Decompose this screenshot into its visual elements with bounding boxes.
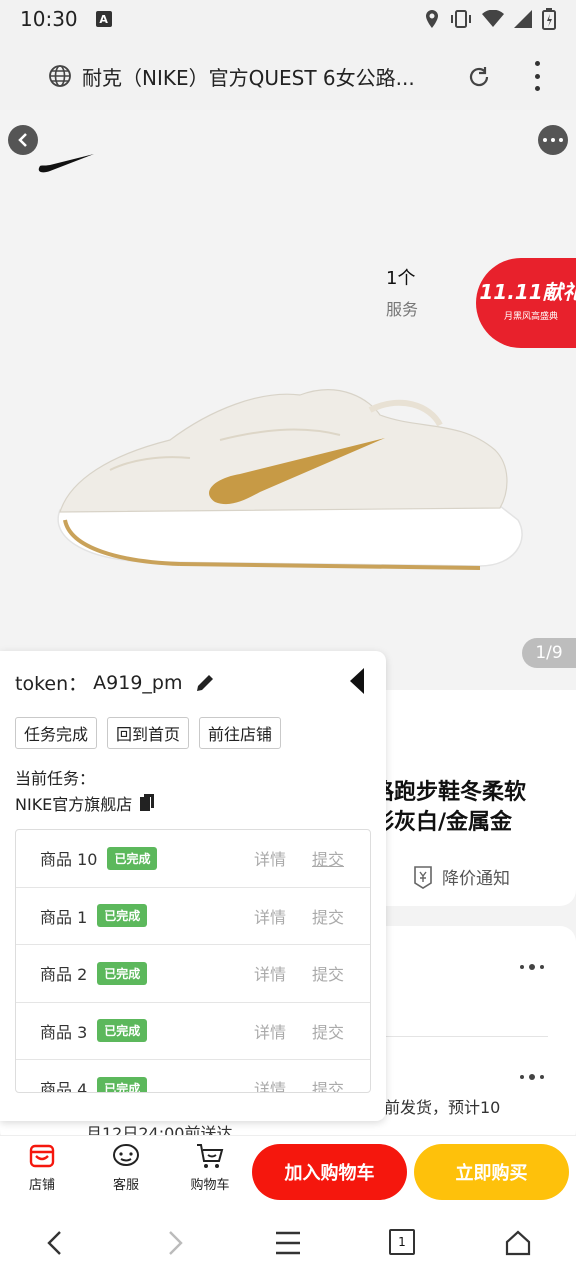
cart-icon: [197, 1144, 224, 1168]
task-complete-button[interactable]: 任务完成: [15, 717, 98, 749]
item-detail-link[interactable]: 详情: [254, 961, 286, 985]
status-time: 10:30: [20, 7, 78, 31]
overflow-menu-icon[interactable]: [524, 61, 550, 91]
browser-url-bar: 耐克（NIKE）官方QUEST 6女公路...: [0, 38, 576, 110]
service-line2: 服务: [386, 300, 419, 319]
status-badge: 已完成: [97, 1019, 148, 1043]
product-gallery[interactable]: 11.11献礼 月黑风高盛典 1/9: [0, 110, 576, 690]
store-label: 店铺: [28, 1178, 55, 1193]
page-indicator: 1/9: [522, 638, 576, 668]
notification-icon: A: [95, 11, 112, 27]
customer-service-label: 客服: [112, 1178, 139, 1193]
vibrate-icon: [450, 9, 472, 33]
price-alert-button[interactable]: 降价通知: [412, 864, 510, 889]
wifi-icon: [482, 9, 504, 32]
item-list[interactable]: 商品 10 已完成 详情 提交 商品 1 已完成 详情 提交 商品 2 已完成 …: [15, 829, 371, 1093]
promo-subtitle: 月黑风高盛典: [503, 312, 558, 322]
menu-icon[interactable]: [274, 1229, 302, 1257]
more-button[interactable]: [538, 125, 568, 155]
item-submit-link[interactable]: 提交: [312, 1019, 344, 1043]
panel-button-row: 任务完成 回到首页 前往店铺: [15, 717, 282, 749]
item-submit-link[interactable]: 提交: [312, 1076, 344, 1092]
status-icons: [424, 8, 556, 34]
product-title: 路跑步鞋冬柔软 彩灰白/金属金: [372, 778, 572, 838]
item-submit-link[interactable]: 提交: [312, 846, 344, 870]
collapse-triangle-icon[interactable]: [348, 667, 366, 695]
item-detail-link[interactable]: 详情: [254, 1076, 286, 1092]
nike-logo-icon: [38, 154, 94, 173]
item-detail-link[interactable]: 详情: [254, 846, 286, 870]
location-icon: [424, 9, 440, 33]
token-row: token： A919_pm: [15, 669, 216, 696]
copy-icon[interactable]: [138, 793, 158, 813]
status-bar: 10:30 A: [0, 0, 576, 38]
item-name: 商品 4: [40, 1080, 88, 1093]
list-item: 商品 4 已完成 详情 提交: [16, 1060, 370, 1093]
list-item: 商品 3 已完成 详情 提交: [16, 1003, 370, 1060]
customer-service-button[interactable]: 客服: [96, 1142, 156, 1193]
status-badge: 已完成: [97, 1076, 148, 1092]
item-detail-link[interactable]: 详情: [254, 904, 286, 928]
service-more-icon[interactable]: [520, 964, 544, 970]
product-title-line2: 彩灰白/金属金: [372, 810, 513, 835]
add-to-cart-button[interactable]: 加入购物车: [252, 1144, 407, 1200]
edit-pencil-icon[interactable]: [194, 672, 216, 694]
promo-badge[interactable]: 11.11献礼 月黑风高盛典: [476, 258, 576, 348]
chat-face-icon: [113, 1144, 139, 1166]
item-name: 商品 3: [40, 1022, 88, 1042]
price-alert-label: 降价通知: [442, 869, 510, 889]
reload-icon[interactable]: [466, 64, 492, 90]
page-title: 耐克（NIKE）官方QUEST 6女公路...: [82, 65, 415, 90]
back-button[interactable]: [8, 125, 38, 155]
token-label: token：: [15, 673, 88, 695]
back-icon[interactable]: [44, 1229, 68, 1257]
list-item: 商品 1 已完成 详情 提交: [16, 888, 370, 945]
shipping-more-icon[interactable]: [520, 1074, 544, 1080]
address-field[interactable]: 耐克（NIKE）官方QUEST 6女公路...: [36, 54, 506, 98]
current-task-label: 当前任务：: [15, 769, 96, 788]
token-value: A919_pm: [93, 671, 183, 694]
service-line1: 1个: [386, 268, 416, 289]
shoe-image: [57, 389, 523, 570]
cart-label: 购物车: [190, 1178, 230, 1193]
item-name: 商品 10: [40, 850, 98, 870]
current-store-name: NIKE官方旗舰店: [15, 795, 133, 814]
chevron-left-icon: [18, 133, 27, 147]
current-task-store: NIKE官方旗舰店: [15, 791, 158, 815]
item-name: 商品 2: [40, 965, 88, 985]
status-badge: 已完成: [97, 961, 148, 985]
cart-button[interactable]: 购物车: [180, 1142, 240, 1193]
forward-icon[interactable]: [162, 1229, 186, 1257]
globe-icon: [49, 65, 71, 87]
product-title-line1: 路跑步鞋冬柔软: [372, 780, 527, 805]
promo-title: 11.11献礼: [479, 280, 576, 304]
status-badge: 已完成: [107, 846, 158, 870]
tabs-button[interactable]: 1: [389, 1229, 415, 1255]
shipping-line1: 前发货，预计10: [384, 1098, 501, 1117]
store-button[interactable]: 店铺: [12, 1142, 72, 1193]
status-badge: 已完成: [97, 904, 148, 928]
browser-nav-bar: 1: [0, 1205, 576, 1280]
back-home-button[interactable]: 回到首页: [107, 717, 190, 749]
store-icon: [29, 1144, 55, 1168]
item-name: 商品 1: [40, 907, 88, 927]
list-item: 商品 2 已完成 详情 提交: [16, 945, 370, 1003]
battery-icon: [542, 8, 556, 34]
price-tag-icon: [414, 865, 432, 889]
bottom-action-bar: 店铺 客服 购物车 加入购物车 立即购买: [0, 1135, 576, 1205]
task-panel: token： A919_pm 任务完成 回到首页 前往店铺 当前任务： NIKE…: [0, 651, 386, 1121]
divider: [386, 1036, 548, 1037]
buy-now-button[interactable]: 立即购买: [414, 1144, 569, 1200]
item-detail-link[interactable]: 详情: [254, 1019, 286, 1043]
signal-icon: [514, 10, 532, 32]
item-submit-link[interactable]: 提交: [312, 904, 344, 928]
item-submit-link[interactable]: 提交: [312, 961, 344, 985]
go-to-store-button[interactable]: 前往店铺: [199, 717, 282, 749]
home-icon[interactable]: [504, 1229, 532, 1257]
list-item: 商品 10 已完成 详情 提交: [16, 830, 370, 888]
